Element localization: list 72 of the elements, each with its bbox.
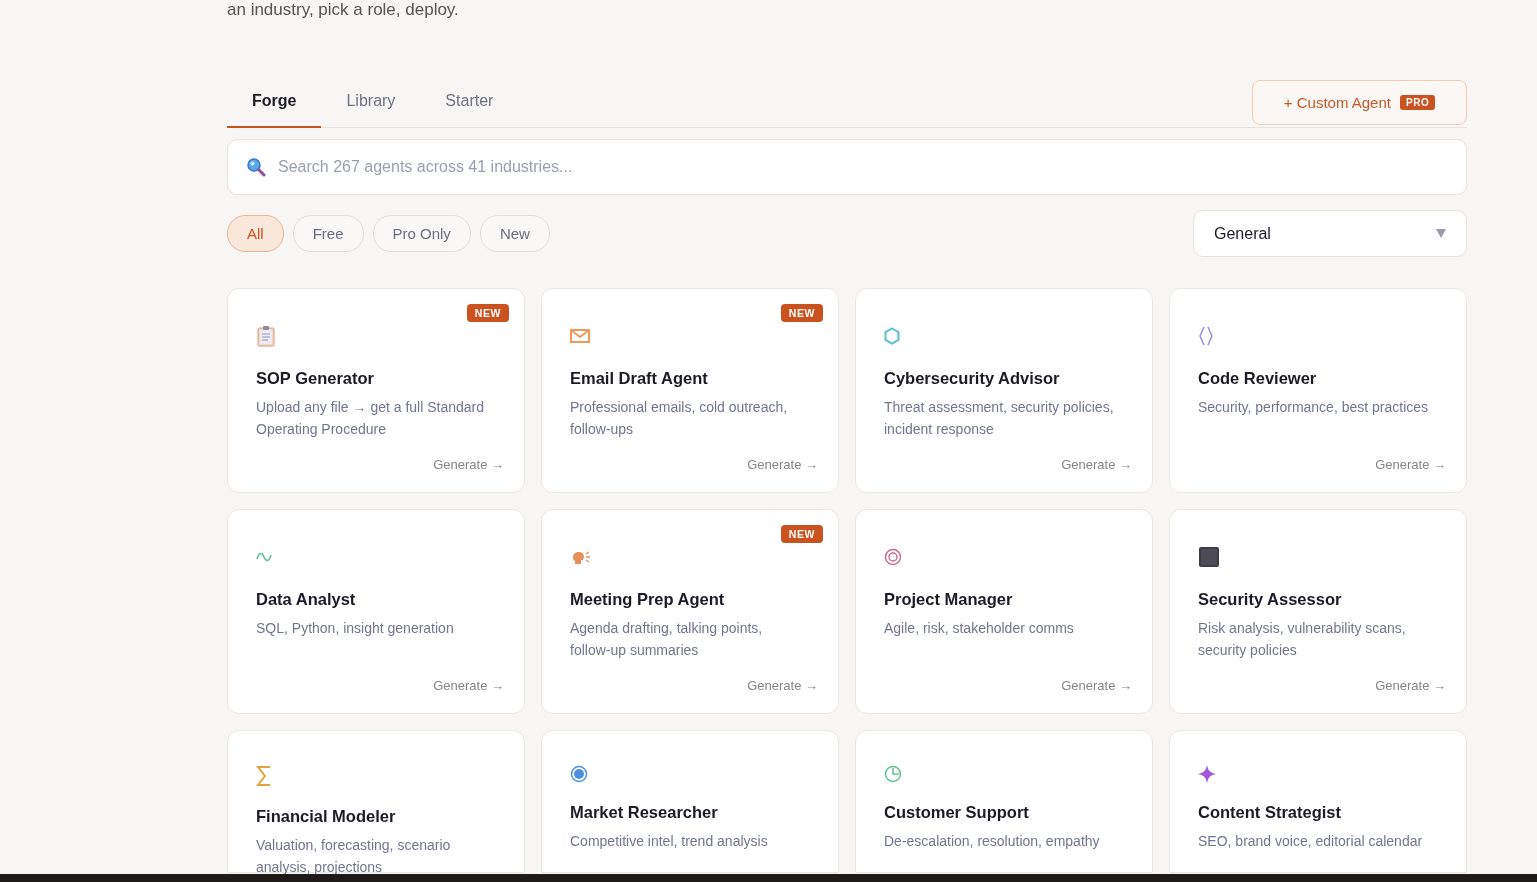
agent-title: Email Draft Agent [570, 369, 709, 388]
envelope-icon [570, 329, 590, 343]
tab[interactable]: Starter [420, 80, 519, 128]
agent-card[interactable]: Content Strategist SEO, brand voice, editorial calendar [1169, 730, 1467, 873]
generate-link[interactable]: Generate → [1061, 457, 1132, 472]
filter-chip[interactable]: All [227, 215, 284, 252]
sigma-icon [256, 765, 272, 787]
agent-title: Content Strategist [1198, 803, 1342, 822]
generate-link[interactable]: Generate → [433, 678, 504, 693]
agent-description: Risk analysis, vulnerability scans, security policies [1198, 619, 1407, 660]
agent-description: Security, performance, best practices [1198, 398, 1430, 417]
agent-title: SOP Generator [256, 369, 375, 388]
search-field[interactable]: Search 267 agents across 41 industries... [227, 139, 1467, 195]
code-icon [1198, 325, 1214, 347]
agent-card[interactable]: Security Assessor Risk analysis, vulnerability scans, security policies Generate → [1169, 509, 1467, 714]
tab[interactable]: Library [321, 80, 421, 128]
agent-title: Cybersecurity Advisor [884, 369, 1061, 388]
agent-description: SQL, Python, insight generation [256, 619, 455, 638]
pro-badge: PRO [1400, 95, 1436, 110]
filter-chip[interactable]: Pro Only [372, 215, 471, 252]
agent-description: Professional emails, cold outreach, follow-ups [570, 398, 789, 439]
search-icon [246, 157, 266, 177]
agent-title: Financial Modeler [256, 807, 397, 826]
agent-card[interactable]: NEW SOP Generator Upload any file → get a full Standard Operating Procedure Generate → [227, 288, 525, 493]
filter-chip[interactable]: Free [292, 215, 364, 252]
agent-title: Code Reviewer [1198, 369, 1318, 388]
agent-title: Project Manager [884, 590, 1014, 609]
hexagon-icon [884, 327, 900, 345]
filter-chip[interactable]: New [479, 215, 550, 252]
agent-description: Competitive intel, trend analysis [570, 832, 769, 851]
agent-description: Agenda drafting, talking points, follow-up summaries [570, 619, 764, 660]
agent-card[interactable]: Project Manager Agile, risk, stakeholder comms Generate → [855, 509, 1153, 714]
custom-agent-button[interactable]: + Custom Agent PRO [1252, 80, 1467, 125]
generate-link[interactable]: Generate → [747, 457, 818, 472]
generate-link[interactable]: Generate → [1375, 678, 1446, 693]
caret-icon [1436, 229, 1446, 238]
generate-link[interactable]: Generate → [1061, 678, 1132, 693]
agent-description: SEO, brand voice, editorial calendar [1198, 832, 1424, 851]
agent-card[interactable]: Code Reviewer Security, performance, best practices Generate → [1169, 288, 1467, 493]
radio-icon [570, 765, 588, 783]
target-icon [884, 548, 902, 566]
agent-description: Agile, risk, stakeholder comms [884, 619, 1075, 638]
sparkle-icon [1198, 765, 1216, 783]
agent-title: Market Researcher [570, 803, 719, 822]
agent-card[interactable]: Data Analyst SQL, Python, insight generation Generate → [227, 509, 525, 714]
agent-card[interactable]: NEW Email Draft Agent Professional emails, cold outreach, follow-ups Generate → [541, 288, 839, 493]
search-input[interactable]: Search 267 agents across 41 industries... [276, 157, 1448, 177]
agent-title: Meeting Prep Agent [570, 590, 726, 609]
generate-link[interactable]: Generate → [433, 457, 504, 472]
agent-card[interactable]: Financial Modeler Valuation, forecasting, scenario analysis, projections [227, 730, 525, 873]
agent-title: Data Analyst [256, 590, 357, 609]
agent-card[interactable]: NEW Meeting Prep Agent Agenda drafting, talking points, follow-up summaries Generate → [541, 509, 839, 714]
tab[interactable]: Forge [227, 80, 322, 128]
agent-title: Security Assessor [1198, 590, 1343, 609]
agent-description: Threat assessment, security policies, incident response [884, 398, 1115, 439]
clock-icon [884, 765, 902, 783]
agent-description: Upload any file → get a full Standard Operating Procedure [256, 398, 486, 439]
clipboard-icon [256, 325, 276, 347]
agent-description: De-escalation, resolution, empathy [884, 832, 1101, 851]
wave-icon [256, 552, 272, 562]
new-badge: NEW [780, 304, 823, 322]
generate-link[interactable]: Generate → [747, 678, 818, 693]
agent-card[interactable]: Market Researcher Competitive intel, trend analysis [541, 730, 839, 873]
new-badge: NEW [466, 304, 509, 322]
industry-dropdown[interactable]: General [1193, 210, 1467, 257]
agent-title: Customer Support [884, 803, 1030, 822]
agent-card[interactable]: Customer Support De-escalation, resolution, empathy [855, 730, 1153, 873]
intro-text: an industry, pick a role, deploy. [227, 0, 459, 20]
agent-card[interactable]: Cybersecurity Advisor Threat assessment, security policies, incident response Generate → [855, 288, 1153, 493]
generate-link[interactable]: Generate → [1375, 457, 1446, 472]
square-icon [1198, 546, 1220, 568]
new-badge: NEW [780, 525, 823, 543]
